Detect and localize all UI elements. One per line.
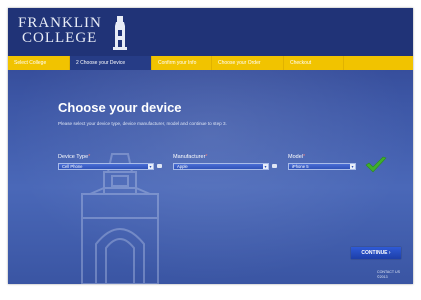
- manufacturer-value: Apple: [177, 164, 188, 169]
- logo-wordmark: FRANKLIN COLLEGE: [18, 16, 102, 46]
- tower-icon: [113, 16, 127, 50]
- contact-us-link[interactable]: CONTACT US: [377, 270, 400, 275]
- step-tab-choose-order[interactable]: Choose your Order: [212, 56, 284, 70]
- manufacturer-select[interactable]: Apple ▾: [173, 163, 269, 170]
- footer-contact[interactable]: CONTACT US ©2013: [377, 270, 400, 279]
- step-tab-confirm-info[interactable]: Confirm your Info: [152, 56, 212, 70]
- page-title: Choose your device: [58, 100, 182, 115]
- required-marker: *: [302, 154, 306, 160]
- chevron-down-icon: ▾: [148, 164, 153, 169]
- device-type-select[interactable]: Cell Phone ▾: [58, 163, 154, 170]
- select-spinner-icon: [272, 164, 277, 168]
- step-navigation: Select College 2 Choose your Device Conf…: [8, 56, 413, 70]
- app-frame: FRANKLIN COLLEGE Select College 2 Choose…: [8, 8, 413, 284]
- step-tab-choose-device[interactable]: 2 Choose your Device: [70, 56, 152, 70]
- site-header: FRANKLIN COLLEGE: [8, 8, 413, 56]
- logo-line-1: FRANKLIN: [18, 15, 102, 31]
- franklin-college-logo[interactable]: FRANKLIN COLLEGE: [18, 14, 148, 50]
- required-marker: *: [88, 154, 91, 160]
- model-label: Model*: [288, 154, 305, 160]
- logo-line-2: COLLEGE: [22, 30, 98, 46]
- chevron-down-icon: ▾: [263, 164, 268, 169]
- step-tab-select-college[interactable]: Select College: [8, 56, 70, 70]
- page-instructions: Please select your device type, device m…: [58, 121, 227, 126]
- device-type-value: Cell Phone: [62, 164, 83, 169]
- manufacturer-label-text: Manufacturer: [173, 154, 206, 160]
- chevron-down-icon: ▾: [350, 164, 355, 169]
- manufacturer-label: Manufacturer*: [173, 154, 208, 160]
- copyright-text: ©2013: [377, 274, 388, 279]
- select-spinner-icon: [157, 164, 162, 168]
- step-tab-checkout[interactable]: Checkout: [284, 56, 344, 70]
- device-type-label-text: Device Type: [58, 154, 89, 160]
- device-type-label: Device Type*: [58, 154, 90, 160]
- model-select[interactable]: iPhone 5 ▾: [288, 163, 356, 170]
- required-marker: *: [205, 154, 208, 160]
- continue-button[interactable]: CONTINUE ›: [351, 247, 401, 259]
- model-label-text: Model: [288, 154, 303, 160]
- model-value: iPhone 5: [292, 164, 309, 169]
- checkmark-icon: [365, 156, 387, 173]
